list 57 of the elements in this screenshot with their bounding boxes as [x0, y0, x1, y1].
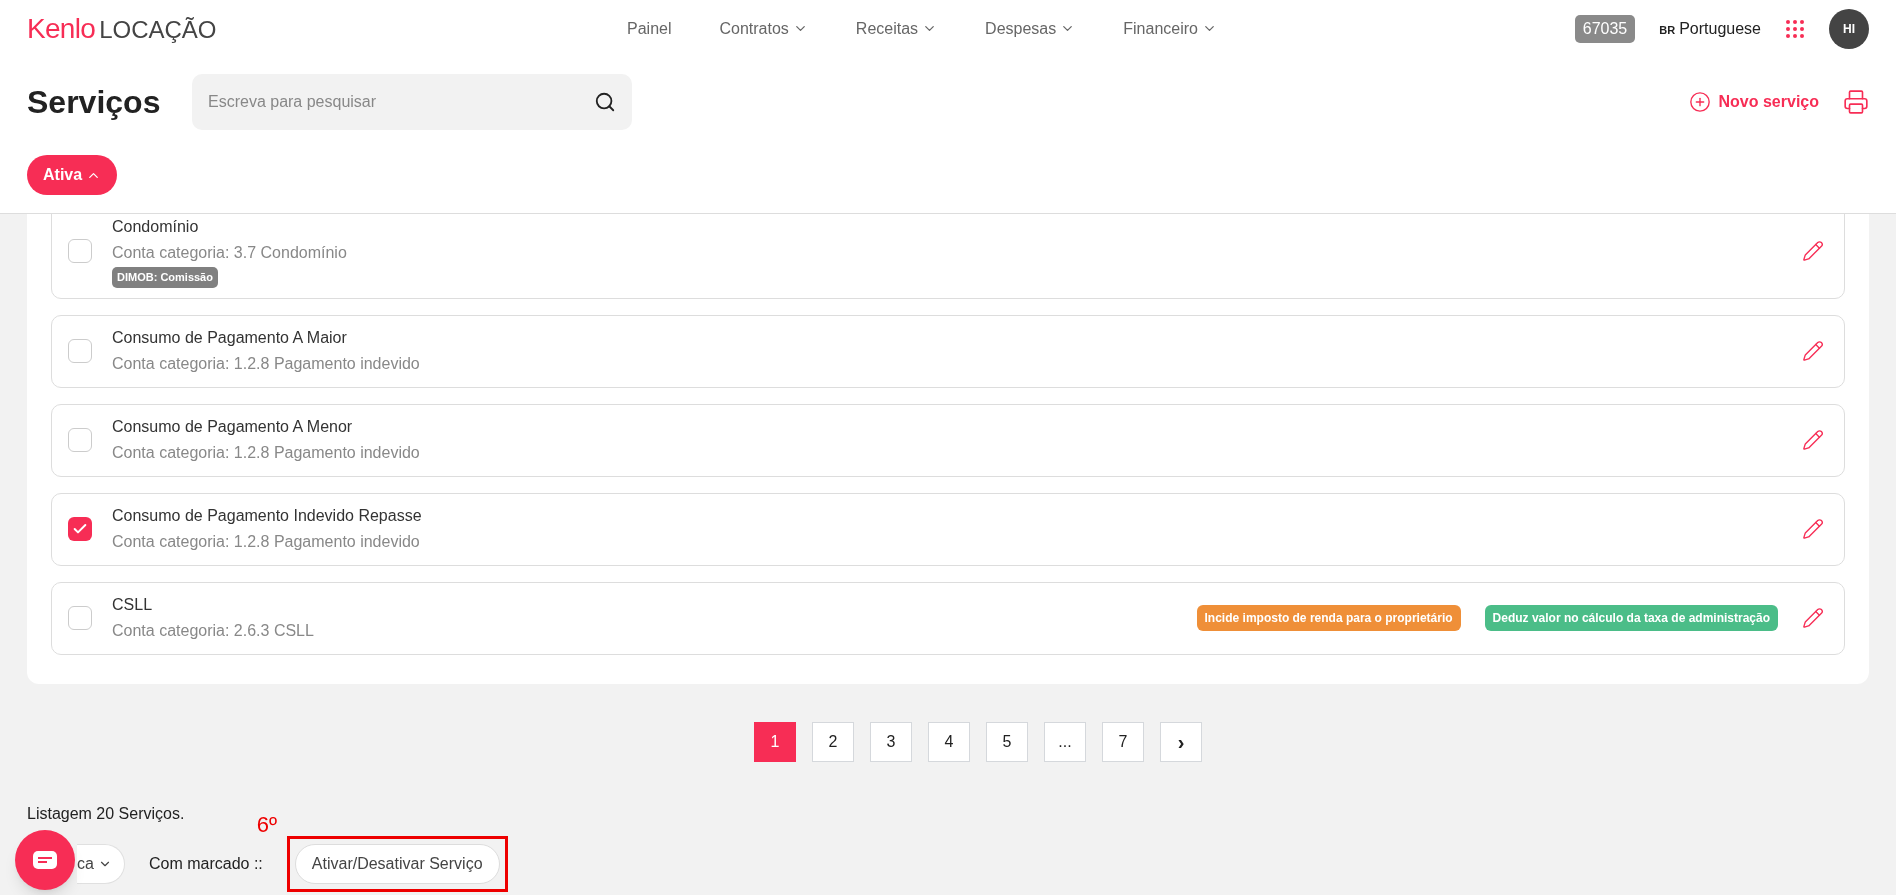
service-category: Conta categoria: 2.6.3 CSLL [112, 621, 314, 641]
user-avatar[interactable]: HI [1829, 8, 1869, 49]
chat-bubble-icon [33, 851, 57, 869]
nav-link[interactable]: Financeiro [1123, 16, 1217, 41]
service-category: Conta categoria: 1.2.8 Pagamento indevido [112, 443, 420, 463]
page-button[interactable]: 7 [1102, 722, 1144, 762]
apps-grid-icon[interactable] [1785, 18, 1805, 39]
service-category: Conta categoria: 1.2.8 Pagamento indevido [112, 354, 420, 374]
edit-icon[interactable] [1802, 240, 1824, 263]
bulk-action-select[interactable]: ca [77, 844, 125, 884]
service-name: Consumo de Pagamento Indevido Repasse [112, 506, 422, 526]
page-button[interactable]: 4 [928, 722, 970, 762]
search-icon[interactable] [594, 91, 616, 113]
language-selector[interactable]: BR Portuguese [1659, 16, 1761, 41]
logo-brand: Kenlo [27, 11, 96, 46]
checkbox[interactable] [68, 428, 92, 452]
checkbox[interactable] [68, 606, 92, 630]
service-name: Consumo de Pagamento A Menor [112, 417, 354, 437]
chat-button[interactable] [15, 830, 75, 890]
nav-link[interactable]: Despesas [985, 16, 1076, 41]
plus-circle-icon [1688, 91, 1711, 113]
page-title: Serviços [27, 83, 162, 122]
service-name: Consumo de Pagamento A Maior [112, 328, 348, 348]
checkbox[interactable] [68, 239, 92, 264]
service-name: CSLL [112, 595, 154, 615]
logo-product: LOCAÇÃO [99, 14, 217, 45]
edit-icon[interactable] [1802, 607, 1824, 629]
service-tag: Deduz valor no cálculo da taxa de administração [1484, 605, 1778, 631]
filter-chip[interactable]: Ativa [27, 155, 118, 195]
page-button[interactable]: 2 [812, 722, 854, 762]
page-button[interactable]: 1 [754, 722, 796, 762]
service-tag: Incide imposto de renda para o proprietário [1196, 605, 1461, 631]
checkbox[interactable] [68, 339, 92, 363]
service-tag: DIMOB: Comissão [112, 267, 218, 288]
search-field[interactable]: Escreva para pesquisar [192, 74, 632, 130]
page-button[interactable]: ... [1044, 722, 1086, 762]
checkbox[interactable] [68, 517, 92, 541]
page-button[interactable]: 3 [870, 722, 912, 762]
edit-icon[interactable] [1802, 340, 1824, 362]
new-service-button[interactable]: Novo serviço [1688, 90, 1819, 114]
service-category: Conta categoria: 1.2.8 Pagamento indevido [112, 532, 421, 552]
next-page-button[interactable]: › [1160, 722, 1202, 762]
print-icon[interactable] [1843, 89, 1869, 115]
bulk-label: Com marcado :: [149, 854, 263, 874]
service-category: Conta categoria: 3.7 Condomínio [112, 243, 347, 263]
listing-count: Listagem 20 Serviços. [27, 804, 185, 824]
edit-icon[interactable] [1802, 429, 1824, 451]
nav-link[interactable]: Painel [627, 16, 672, 41]
nav-link[interactable]: Receitas [855, 16, 938, 41]
account-code: 67035 [1574, 14, 1636, 43]
toggle-service-button[interactable]: Ativar/Desativar Serviço [294, 844, 500, 884]
edit-icon[interactable] [1802, 518, 1824, 540]
page-button[interactable]: 5 [986, 722, 1028, 762]
annotation-label: 6º [256, 811, 278, 839]
search-input[interactable]: Escreva para pesquisar [208, 90, 594, 114]
service-name: Condomínio [112, 217, 200, 237]
nav-link[interactable]: Contratos [719, 16, 808, 41]
